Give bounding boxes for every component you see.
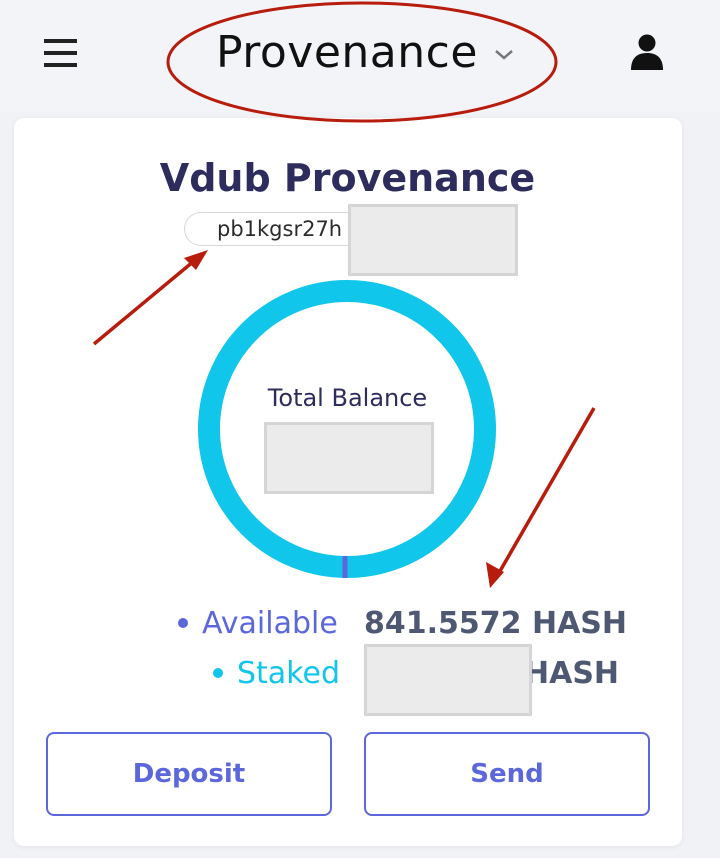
wallet-address-pill[interactable]: pb1kgsr27h (184, 212, 362, 246)
redacted-address-block (348, 204, 518, 276)
send-button[interactable]: Send (364, 732, 650, 816)
hamburger-menu-icon[interactable] (44, 38, 77, 68)
redacted-staked-value (364, 644, 532, 716)
staked-dot-icon (213, 667, 223, 678)
staked-unit: HASH (524, 656, 620, 691)
total-balance-label: Total Balance (267, 384, 428, 412)
legend-available: Available (178, 606, 338, 641)
redacted-total-balance (264, 422, 434, 494)
legend-staked: Staked (213, 656, 340, 691)
staked-label: Staked (237, 656, 340, 691)
available-dot-icon (178, 617, 188, 628)
wallet-address: pb1kgsr27h (217, 217, 343, 241)
available-label: Available (202, 606, 338, 641)
deposit-button[interactable]: Deposit (46, 732, 332, 816)
network-name: Provenance (216, 26, 478, 78)
available-value: 841.5572 HASH (364, 606, 627, 641)
user-icon[interactable] (630, 34, 664, 70)
chevron-down-icon (495, 50, 513, 60)
top-bar: Provenance (0, 0, 720, 112)
network-selector[interactable]: Provenance (216, 24, 514, 80)
wallet-name: Vdub Provenance (159, 156, 536, 200)
